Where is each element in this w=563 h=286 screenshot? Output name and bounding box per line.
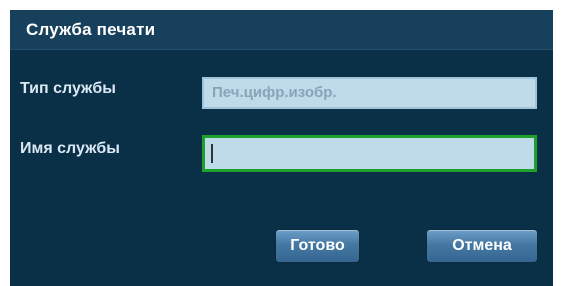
service-name-input[interactable] [202, 135, 537, 172]
service-type-field[interactable]: Печ.цифр.изобр. [202, 77, 537, 109]
print-service-dialog: Служба печати Тип службы Печ.цифр.изобр.… [10, 10, 553, 286]
text-cursor [211, 144, 213, 163]
dialog-title: Служба печати [26, 20, 156, 39]
ok-button[interactable]: Готово [275, 229, 360, 263]
service-type-value: Печ.цифр.изобр. [212, 84, 337, 101]
cancel-button[interactable]: Отмена [426, 229, 538, 263]
dialog-titlebar: Служба печати [10, 10, 553, 50]
service-type-label: Тип службы [20, 80, 116, 97]
service-name-label: Имя службы [20, 140, 120, 157]
